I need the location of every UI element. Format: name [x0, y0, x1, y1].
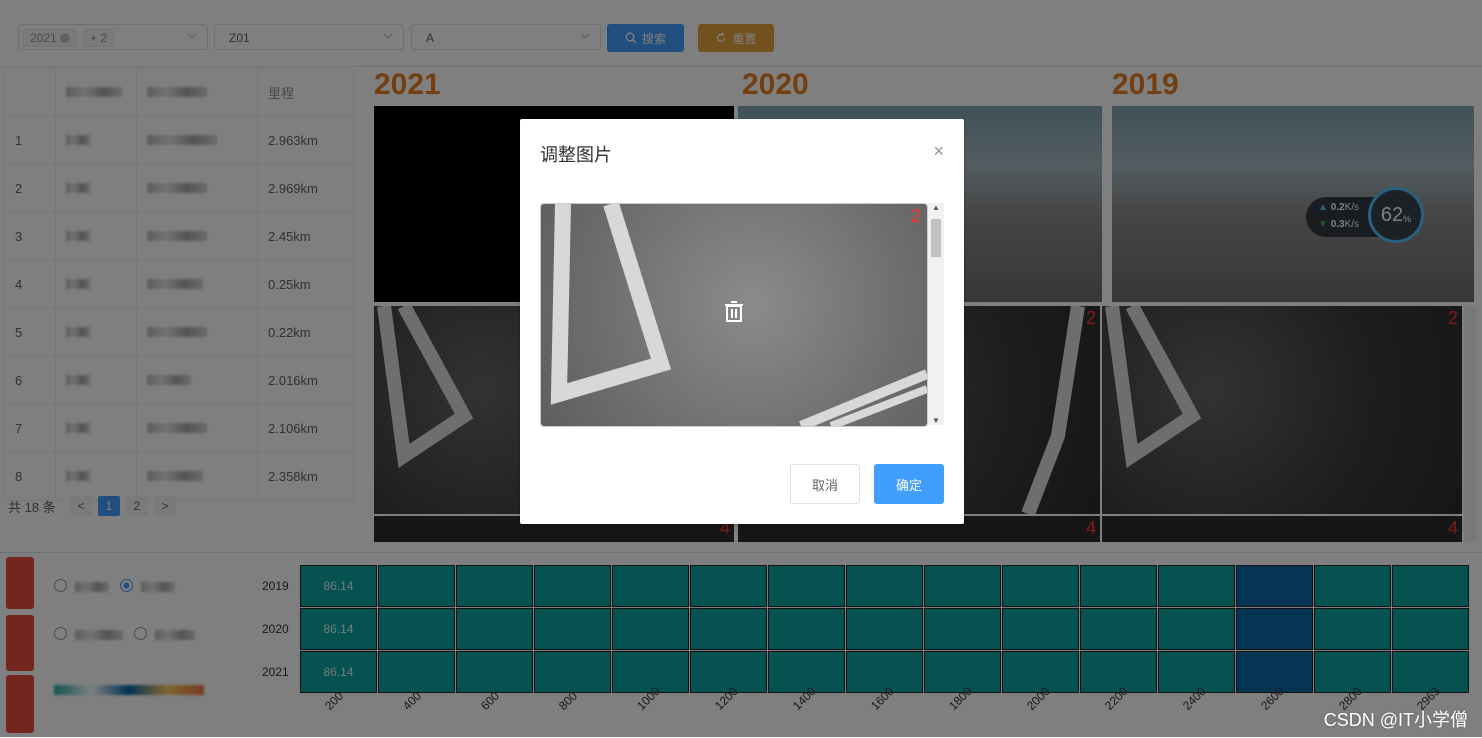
close-icon[interactable]: × [933, 141, 944, 162]
dialog-image-preview[interactable]: 2 [540, 203, 928, 427]
watermark: CSDN @IT小学僧 [1323, 710, 1468, 730]
trash-icon[interactable] [723, 300, 745, 322]
scroll-down-icon: ▼ [932, 416, 940, 425]
scroll-thumb[interactable] [931, 219, 941, 257]
confirm-button[interactable]: 确定 [874, 464, 944, 504]
cancel-button[interactable]: 取消 [790, 464, 860, 504]
adjust-image-dialog: 调整图片 × 2 ▲ ▼ 取消 确定 [520, 119, 964, 524]
image-index-label: 2 [910, 206, 921, 226]
dialog-scrollbar[interactable]: ▲ ▼ [928, 203, 944, 425]
scroll-up-icon: ▲ [932, 203, 940, 212]
dialog-title: 调整图片 [540, 145, 612, 165]
